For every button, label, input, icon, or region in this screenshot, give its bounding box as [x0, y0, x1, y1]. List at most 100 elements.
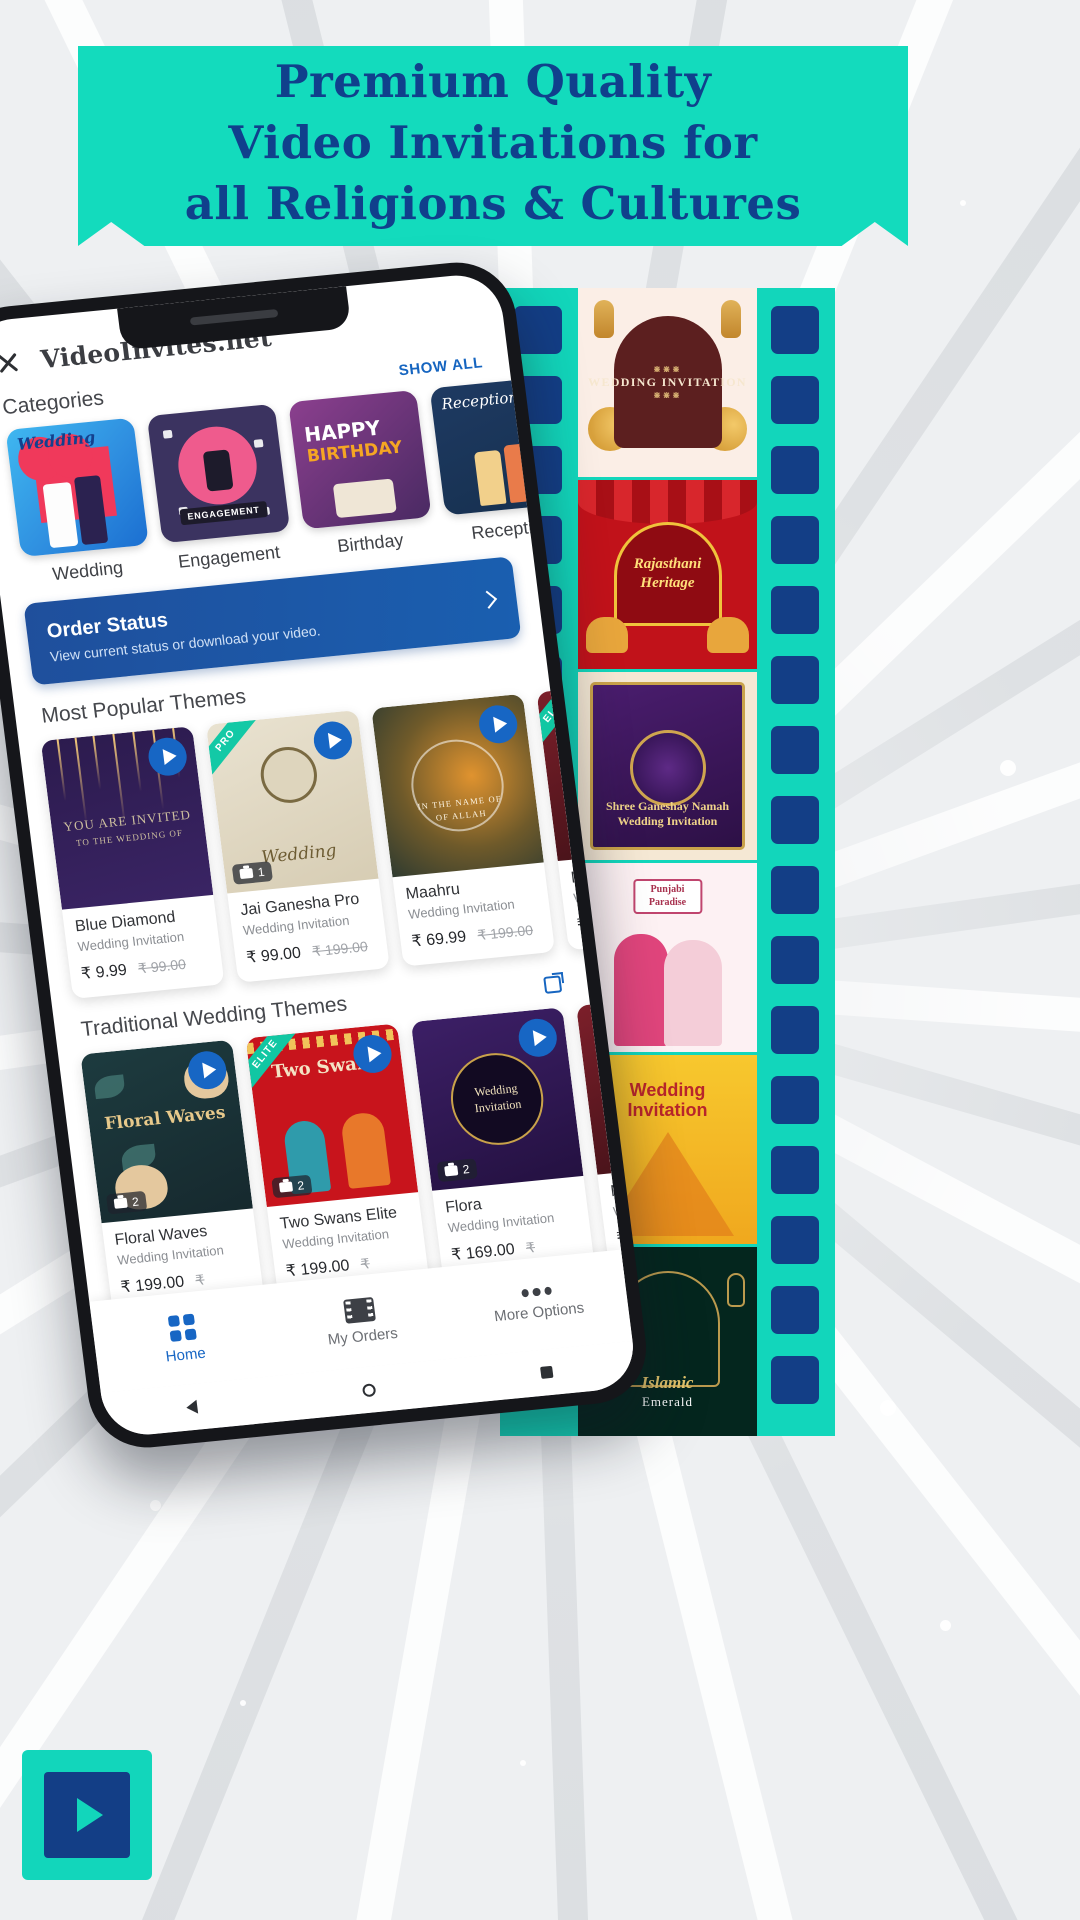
- filmstrip-frame-wedding-invitation: ⋇⋇⋇ WEDDING INVITATION ⋇⋇⋇: [578, 288, 757, 480]
- theme-old-price: ₹ 199.00: [476, 921, 534, 944]
- photo-count-badge: 2: [271, 1174, 313, 1199]
- category-item-engagement[interactable]: ENGAGEMENT Engagement: [146, 403, 294, 574]
- photo-count: 2: [461, 1162, 471, 1177]
- filmstrip-frame-rajasthani: Rajasthani Heritage: [578, 479, 757, 672]
- banner-line-3: all Religions & Cultures: [184, 176, 802, 230]
- category-thumb: Wedding: [5, 417, 149, 558]
- category-item-wedding[interactable]: Wedding Wedding: [5, 417, 152, 588]
- filmstrip-perforation: [771, 1216, 819, 1264]
- category-label: Birthday: [336, 529, 405, 557]
- theme-thumbnail: YOU ARE INVITED TO THE WEDDING OF: [40, 726, 214, 910]
- play-button[interactable]: [476, 703, 520, 745]
- popular-themes-list: YOU ARE INVITED TO THE WEDDING OF Blue D…: [17, 677, 639, 1001]
- guest-figure: [473, 449, 507, 507]
- filmstrip-perforation: [771, 1286, 819, 1334]
- frame-label: ⋇⋇⋇ WEDDING INVITATION ⋇⋇⋇: [582, 364, 753, 402]
- close-icon[interactable]: [0, 346, 25, 379]
- frame-title2: Wedding Invitation: [617, 814, 718, 829]
- play-film-icon: [44, 1772, 130, 1858]
- theme-thumbnail: ELITE Two Swans 2: [245, 1023, 419, 1207]
- camera-icon: [113, 1197, 128, 1209]
- theme-card[interactable]: IN THE NAME OF OF ALLAH Maahru Wedding I…: [371, 693, 556, 967]
- nav-item-home[interactable]: Home: [92, 1306, 275, 1372]
- nav-item-more-options[interactable]: More Options: [447, 1279, 628, 1329]
- frame-title2: Heritage: [640, 575, 695, 592]
- grid-icon: [167, 1313, 197, 1342]
- theme-price-row: ₹ 69.99 ₹ 199.00: [410, 919, 542, 952]
- recents-square-icon[interactable]: [540, 1365, 554, 1379]
- open-external-icon[interactable]: [543, 974, 563, 994]
- bride-figure: [663, 940, 722, 1047]
- photo-count: 1: [256, 864, 266, 880]
- filmstrip-perforation: [771, 446, 819, 494]
- play-button[interactable]: [311, 719, 355, 762]
- theme-art-title: Floral Waves: [103, 1102, 227, 1135]
- photo-count-badge: 2: [436, 1158, 478, 1183]
- theme-art-title: Wedding Invitation: [473, 1081, 523, 1116]
- chevron-right-icon: [478, 590, 498, 609]
- video-invites-logo: [22, 1750, 152, 1880]
- theme-old-price: ₹ 199.00: [311, 938, 369, 960]
- filmstrip-perforation: [771, 866, 819, 914]
- category-art-text: ENGAGEMENT: [179, 501, 268, 526]
- lantern-icon: [721, 300, 741, 338]
- nav-label: More Options: [493, 1299, 586, 1325]
- frame-ornament-bottom: ⋇⋇⋇: [653, 389, 682, 400]
- category-art-text: Reception: [440, 387, 519, 414]
- play-button[interactable]: [516, 1017, 560, 1059]
- theme-art-title: YOU ARE INVITED TO THE WEDDING OF: [62, 806, 192, 848]
- nav-item-my-orders[interactable]: My Orders: [269, 1289, 452, 1353]
- category-item-birthday[interactable]: HAPPY BIRTHDAY Birthday: [288, 389, 435, 560]
- camera-icon: [444, 1165, 459, 1177]
- cake-icon: [332, 478, 397, 519]
- banner-line-2: Video Invitations for: [228, 115, 758, 169]
- photo-count-badge: 1: [231, 861, 273, 885]
- filmstrip-frame-ganeshay: Shree Ganeshay Namah Wedding Invitation: [578, 671, 757, 864]
- filmstrip-perforation: [771, 796, 819, 844]
- frame-title: Wedding: [629, 1080, 706, 1101]
- theme-price-row: ₹ 9.99 ₹ 99.00: [80, 951, 212, 984]
- banner-line-1: Premium Quality: [274, 54, 712, 108]
- theme-card[interactable]: YOU ARE INVITED TO THE WEDDING OF Blue D…: [40, 726, 225, 999]
- frame-title2: Paradise: [648, 896, 687, 908]
- filmstrip-perforation: [771, 516, 819, 564]
- theme-price: ₹: [575, 916, 589, 935]
- theme-card-body: Jai Ganesha Pro Wedding Invitation ₹ 99.…: [227, 879, 390, 983]
- theme-price: ₹ 9.99: [80, 961, 128, 984]
- curtain-shape: [578, 479, 757, 524]
- camera-icon: [239, 867, 254, 880]
- filmstrip-perforation: [771, 1006, 819, 1054]
- category-thumb: HAPPY BIRTHDAY: [288, 389, 432, 530]
- elephant-icon: [707, 616, 749, 653]
- nav-label: My Orders: [326, 1324, 399, 1349]
- theme-card[interactable]: PRO Wedding 1 Jai Ganesha Pro Wedding In…: [205, 709, 390, 983]
- category-thumb: ENGAGEMENT: [146, 403, 291, 544]
- frame-label: Rajasthani Heritage: [628, 555, 708, 593]
- filmstrip-perforation: [514, 306, 562, 354]
- frame-ornament-top: ⋇⋇⋇: [653, 363, 682, 374]
- frame-title2: Invitation: [627, 1100, 708, 1121]
- theme-price: ₹ 99.00: [245, 944, 303, 967]
- heart-icon: [162, 429, 173, 439]
- camera-icon: [278, 1181, 294, 1193]
- filmstrip-perforation: [771, 306, 819, 354]
- circle-frame: Wedding Invitation: [445, 1048, 549, 1150]
- photo-count-badge: 2: [106, 1190, 148, 1215]
- frame-title: Shree Ganeshay Namah: [605, 799, 730, 814]
- theme-card-body: Blue Diamond Wedding Invitation ₹ 9.99 ₹…: [62, 895, 225, 999]
- lantern-icon: [594, 300, 614, 338]
- home-circle-icon[interactable]: [361, 1382, 377, 1397]
- frame-title: WEDDING: [588, 374, 658, 389]
- filmstrip-perforation: [771, 726, 819, 774]
- filmstrip-perforation: [771, 1356, 819, 1404]
- speaker-grille: [189, 309, 279, 326]
- back-triangle-icon[interactable]: [185, 1399, 199, 1415]
- theme-price-row: ₹ 99.00 ₹ 199.00: [245, 935, 377, 968]
- filmstrip-perforation: [771, 1146, 819, 1194]
- theme-price: ₹: [615, 1230, 628, 1248]
- filmstrip-perforation: [771, 376, 819, 424]
- filmstrip-perforation: [771, 1076, 819, 1124]
- lantern-icon: [727, 1273, 745, 1308]
- nav-label: Home: [164, 1344, 207, 1365]
- film-icon: [343, 1296, 376, 1324]
